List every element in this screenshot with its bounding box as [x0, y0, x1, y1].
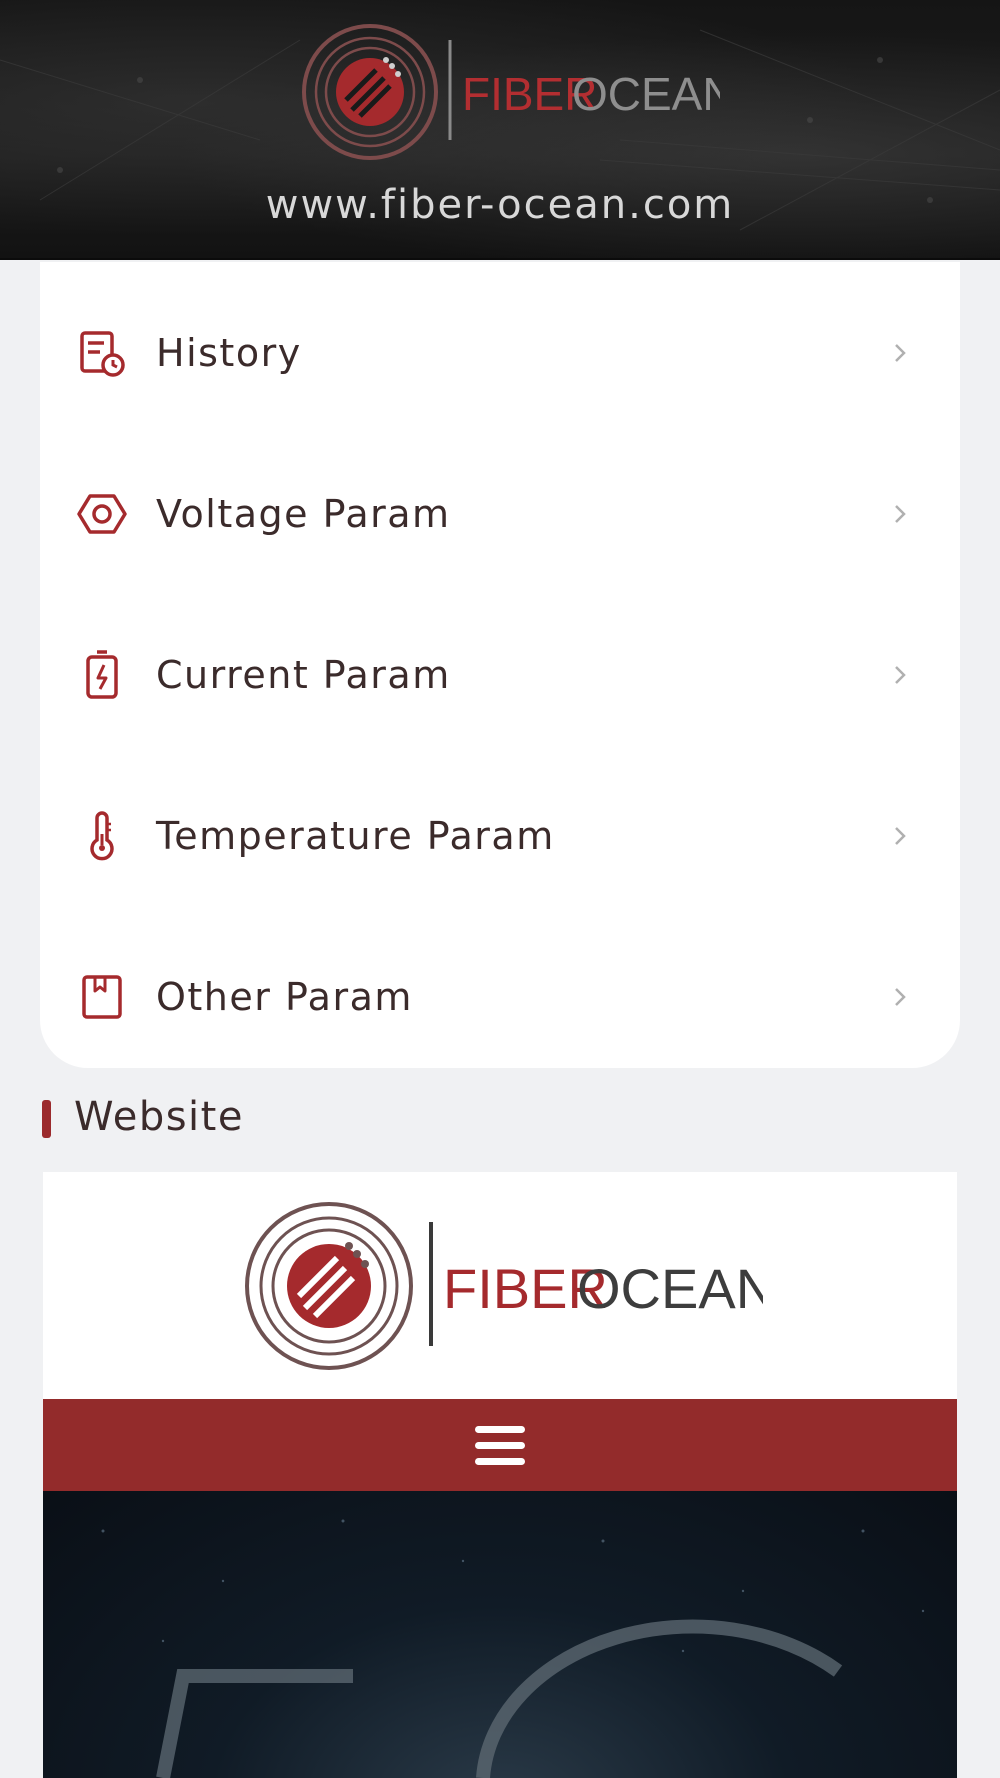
logo-emblem-icon [302, 24, 438, 160]
website-brand-secondary: OCEAN [577, 1257, 763, 1320]
battery-bolt-icon [86, 649, 118, 699]
website-preview[interactable]: FIBER OCEAN [43, 1172, 957, 1778]
chevron-right-icon [895, 343, 906, 362]
menu-item-label: Other Param [156, 974, 413, 1019]
section-title-website: Website [74, 1094, 244, 1140]
chevron-right-icon [895, 826, 906, 845]
menu-item-label: History [156, 330, 302, 375]
app-header: FIBER OCEAN www.fiber-ocean.com [0, 0, 1000, 260]
website-logo[interactable]: FIBER OCEAN [243, 1200, 763, 1372]
menu-item-label: Voltage Param [156, 491, 451, 536]
header-url[interactable]: www.fiber-ocean.com [0, 182, 1000, 228]
menu-item-other-param[interactable]: Other Param [40, 916, 960, 1077]
menu-item-current-param[interactable]: Current Param [40, 594, 960, 755]
header-brand-secondary: OCEAN [572, 68, 720, 120]
hexagon-nut-icon [77, 493, 127, 534]
website-nav-bar [43, 1399, 957, 1491]
param-menu-card: History Voltage Param Current Param Temp… [40, 262, 960, 1068]
history-icon [80, 330, 125, 377]
menu-item-temperature-param[interactable]: Temperature Param [40, 755, 960, 916]
website-hero-banner [43, 1491, 957, 1778]
menu-item-voltage-param[interactable]: Voltage Param [40, 433, 960, 594]
logo-emblem-icon [245, 1202, 413, 1370]
chevron-right-icon [895, 665, 906, 684]
bookmark-book-icon [82, 974, 122, 1019]
section-accent-bar [42, 1100, 51, 1138]
menu-item-label: Temperature Param [156, 813, 555, 858]
hamburger-menu-icon[interactable] [473, 1424, 527, 1468]
menu-item-label: Current Param [156, 652, 451, 697]
hero-graphic [101, 1519, 925, 1778]
thermometer-icon [90, 810, 114, 860]
menu-item-history[interactable]: History [40, 272, 960, 433]
chevron-right-icon [895, 504, 906, 523]
header-logo: FIBER OCEAN [302, 24, 720, 160]
chevron-right-icon [895, 987, 906, 1006]
